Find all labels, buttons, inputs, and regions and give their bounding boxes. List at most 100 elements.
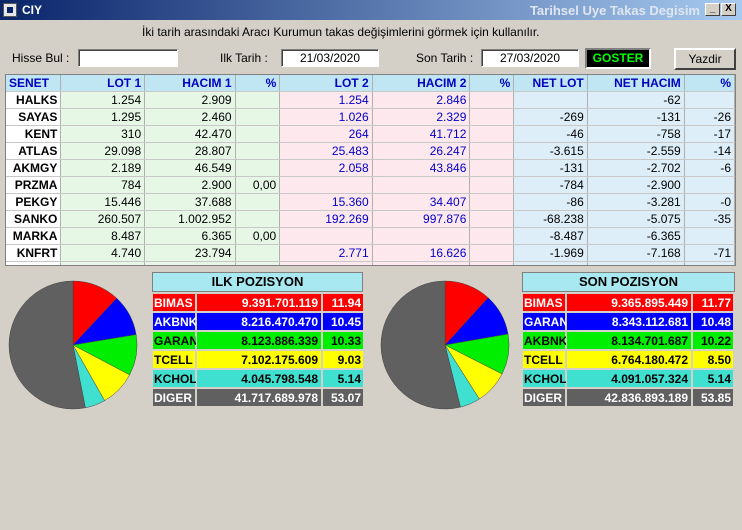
value-cell: 2.189: [60, 159, 146, 177]
header-net-lot[interactable]: NET LOT: [513, 75, 588, 92]
value-cell: [235, 108, 281, 126]
ilk-pozisyon-title: ILK POZISYON: [152, 272, 363, 292]
pozisyon-row: AKBNK 8.134.701.687 10.22: [522, 331, 734, 350]
value-cell: 192.269: [279, 210, 373, 228]
hisse-search-input[interactable]: [78, 49, 178, 67]
value-cell: -1.969: [513, 244, 588, 262]
pozisyon-value: 4.091.057.324: [566, 369, 692, 388]
header-hacim2[interactable]: HACIM 2: [372, 75, 471, 92]
value-cell: -8.487: [513, 227, 588, 245]
pozisyon-name: AKBNK: [522, 331, 567, 350]
value-cell: 1.254: [60, 91, 146, 109]
value-cell: -269: [513, 108, 588, 126]
value-cell: 79.535.840.805: [372, 261, 471, 265]
pozisyon-row: TCELL 6.764.180.472 8.50: [522, 350, 734, 369]
son-pozisyon-title: SON POZISYON: [522, 272, 735, 292]
value-cell: 100,00: [235, 261, 281, 265]
header-net-pct[interactable]: %: [684, 75, 735, 92]
value-cell: [469, 159, 515, 177]
pozisyon-pct: 5.14: [692, 369, 734, 388]
pozisyon-name: GARAN: [152, 331, 198, 350]
takas-table[interactable]: SENET LOT 1 HACIM 1 % LOT 2 HACIM 2 % NE…: [5, 74, 736, 266]
value-cell: 34.407: [372, 193, 471, 211]
pozisyon-value: 8.216.470.470: [196, 312, 322, 331]
pozisyon-name: KCHOL: [522, 369, 567, 388]
table-row[interactable]: AKMGY 2.189 46.549 2.058 43.846 -131 -2.702 -6: [6, 159, 735, 177]
senet-cell: Toplam: [6, 261, 62, 265]
pozisyon-pct: 53.07: [322, 388, 364, 407]
value-cell: [235, 210, 281, 228]
header-pct1[interactable]: %: [235, 75, 281, 92]
pozisyon-pct: 5.14: [322, 369, 364, 388]
value-cell: 6.365: [144, 227, 236, 245]
value-cell: 8.487: [60, 227, 146, 245]
window-title: Tarihsel Uye Takas Degisim: [529, 3, 700, 18]
value-cell: 310: [60, 125, 146, 143]
value-cell: -5.075: [587, 210, 685, 228]
table-row[interactable]: MARKA 8.487 6.365 0,00 -8.487 -6.365: [6, 227, 735, 245]
value-cell: [235, 91, 281, 109]
value-cell: -6.365: [587, 227, 685, 245]
pozisyon-row: TCELL 7.102.175.609 9.03: [152, 350, 364, 369]
pozisyon-value: 9.391.701.119: [196, 293, 322, 312]
table-total-row[interactable]: Toplam0.474.925.69078.597.722.066100,000…: [6, 261, 735, 265]
header-senet[interactable]: SENET: [6, 75, 62, 92]
pozisyon-value: 6.764.180.472: [566, 350, 692, 369]
minimize-button[interactable]: _: [705, 3, 720, 16]
senet-cell: HALKS: [6, 91, 62, 109]
value-cell: -68.238: [513, 210, 588, 228]
table-row[interactable]: KENT 310 42.470 264 41.712 -46 -758 -17: [6, 125, 735, 143]
value-cell: [235, 142, 281, 160]
value-cell: 2.771: [279, 244, 373, 262]
value-cell: 78.597.722.066: [144, 261, 236, 265]
value-cell: -6: [684, 159, 735, 177]
value-cell: 0.474.925.690: [60, 261, 146, 265]
pozisyon-value: 8.134.701.687: [566, 331, 692, 350]
table-row[interactable]: SAYAS 1.295 2.460 1.026 2.329 -269 -131 -26: [6, 108, 735, 126]
table-row[interactable]: PEKGY 15.446 37.688 15.360 34.407 -86 -3.281 -0: [6, 193, 735, 211]
yazdir-button[interactable]: Yazdir: [674, 48, 736, 70]
close-button[interactable]: X: [721, 3, 736, 16]
son-tarih-input[interactable]: 27/03/2020: [481, 49, 579, 67]
pozisyon-name: AKBNK: [152, 312, 197, 331]
table-row[interactable]: ATLAS 29.098 28.807 25.483 26.247 -3.615 -2.55…: [6, 142, 735, 160]
value-cell: -26: [684, 108, 735, 126]
senet-cell: KENT: [6, 125, 62, 143]
pozisyon-row: DIGER 41.717.689.978 53.07: [152, 388, 364, 407]
value-cell: 15.446: [60, 193, 146, 211]
header-lot1[interactable]: LOT 1: [60, 75, 146, 92]
senet-cell: SAYAS: [6, 108, 62, 126]
value-cell: -17: [684, 125, 735, 143]
value-cell: -2.702: [587, 159, 685, 177]
pozisyon-pct: 11.94: [322, 293, 364, 312]
value-cell: 41.712: [372, 125, 471, 143]
value-cell: [372, 227, 471, 245]
table-row[interactable]: SANKO 260.507 1.002.952 192.269 997.876 -68.2…: [6, 210, 735, 228]
table-row[interactable]: KNFRT 4.740 23.794 2.771 16.626 -1.969 -7.168-…: [6, 244, 735, 262]
value-cell: -131: [587, 108, 685, 126]
value-cell: [513, 261, 588, 265]
table-row[interactable]: HALKS 1.254 2.909 1.254 2.846 -62: [6, 91, 735, 109]
senet-cell: PEKGY: [6, 193, 62, 211]
value-cell: -2.900: [587, 176, 685, 194]
value-cell: -131: [513, 159, 588, 177]
goster-button[interactable]: GOSTER: [585, 48, 651, 69]
pozisyon-row: KCHOL 4.045.798.548 5.14: [152, 369, 364, 388]
pozisyon-value: 42.836.893.189: [566, 388, 692, 407]
value-cell: 43.846: [372, 159, 471, 177]
header-pct2[interactable]: %: [469, 75, 515, 92]
pozisyon-value: 8.123.886.339: [196, 331, 322, 350]
value-cell: [513, 91, 588, 109]
table-row[interactable]: PRZMA 784 2.900 0,00 -784 -2.900: [6, 176, 735, 194]
title-bar[interactable]: CIY Tarihsel Uye Takas Degisim _ X: [0, 0, 742, 20]
value-cell: [469, 125, 515, 143]
value-cell: -86: [513, 193, 588, 211]
value-cell: 260.507: [60, 210, 146, 228]
value-cell: 23.794: [144, 244, 236, 262]
ilk-tarih-input[interactable]: 21/03/2020: [281, 49, 379, 67]
header-hacim1[interactable]: HACIM 1: [144, 75, 236, 92]
header-lot2[interactable]: LOT 2: [279, 75, 373, 92]
son-tarih-label: Son Tarih :: [416, 51, 474, 65]
pozisyon-name: DIGER: [522, 388, 566, 407]
header-net-hacim[interactable]: NET HACIM: [587, 75, 685, 92]
